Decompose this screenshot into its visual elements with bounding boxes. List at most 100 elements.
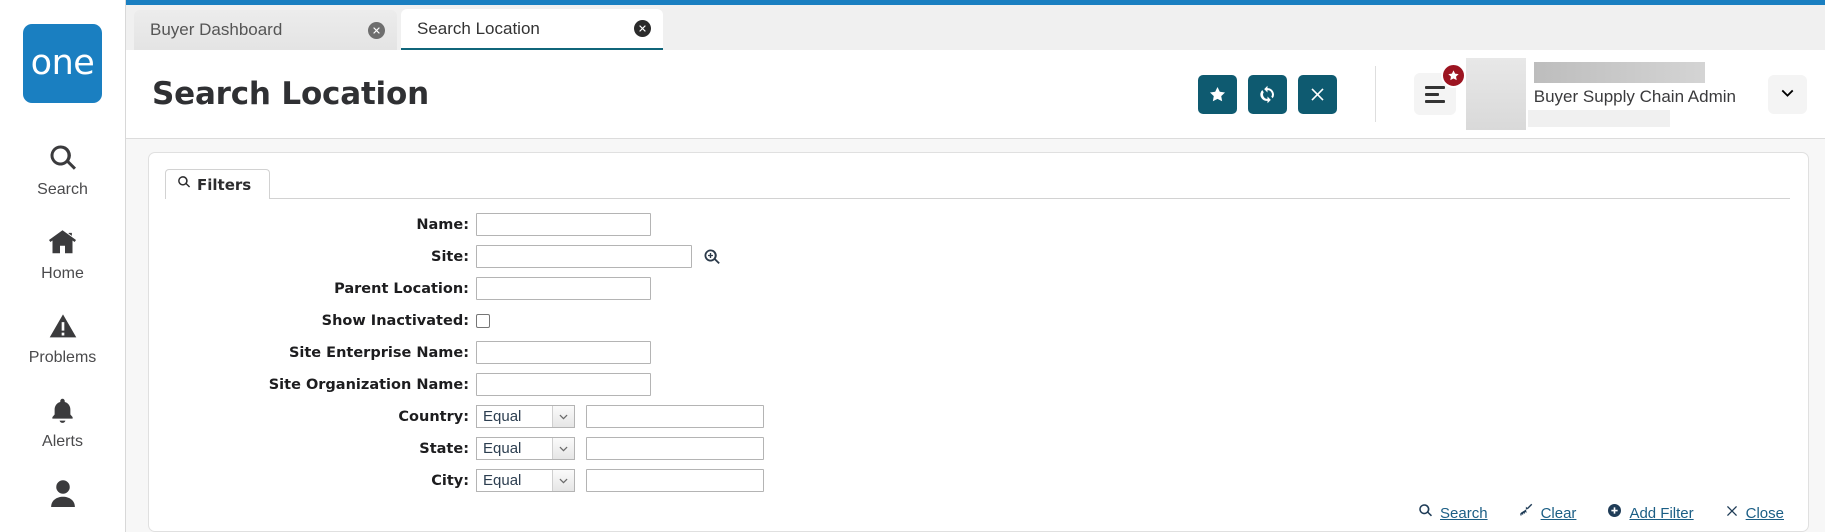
hamburger-line [1424,85,1445,89]
user-role-label: Buyer Supply Chain Admin [1533,86,1736,106]
sidebar-item-problems[interactable]: Problems [0,307,126,367]
app-logo[interactable]: one [23,24,102,103]
search-action-label: Search [1440,504,1488,522]
form-row-city: City: Equal [149,469,1808,492]
tab-filters[interactable]: Filters [165,169,270,199]
field-label: Parent Location: [334,280,469,297]
tab-label: Buyer Dashboard [150,20,283,39]
tab-buyer-dashboard[interactable]: Buyer Dashboard [134,10,397,50]
star-badge-icon [1440,63,1466,88]
city-operator-value: Equal [483,472,522,489]
search-icon [177,175,191,194]
zoom-in-icon[interactable] [703,248,721,266]
chevron-down-icon [552,406,574,427]
application-window: one Search Home Problems Alerts Buyer Da… [0,0,1825,532]
warning-triangle-icon [48,307,78,345]
redacted-user-detail [1527,109,1670,127]
hamburger-line [1424,92,1439,96]
main-region: Buyer Dashboard Search Location Search L… [126,0,1825,532]
search-action[interactable]: Search [1418,503,1488,523]
bell-icon [49,391,76,429]
chevron-down-icon [1778,83,1797,105]
state-value-field[interactable] [586,437,764,460]
left-navigation-sidebar: one Search Home Problems Alerts [0,0,126,532]
broom-icon [1519,503,1534,523]
form-row-show-inactivated: Show Inactivated: [149,309,1808,332]
field-label: City: [431,472,469,489]
plus-circle-icon [1607,503,1622,523]
city-operator-select[interactable]: Equal [476,469,575,492]
menu-button-wrapper [1413,63,1466,115]
filters-card: Filters Name: Site: Parent Location: Sho… [148,152,1809,532]
chevron-down-icon [552,470,574,491]
site-organization-name-field[interactable] [476,373,651,396]
user-menu-toggle[interactable] [1768,74,1807,114]
search-icon [48,139,78,177]
state-operator-select[interactable]: Equal [476,437,575,460]
form-row-parent-location: Parent Location: [149,277,1808,300]
form-row-site-enterprise-name: Site Enterprise Name: [149,341,1808,364]
sidebar-item-label: Alerts [42,433,83,450]
filters-form: Name: Site: Parent Location: Show Inacti… [149,199,1808,492]
site-enterprise-name-field[interactable] [476,341,651,364]
close-icon[interactable] [368,21,385,39]
tab-label: Search Location [417,18,540,38]
header-divider [1374,66,1376,122]
user-info: Buyer Supply Chain Admin [1526,58,1736,130]
sidebar-item-label: Problems [28,349,97,366]
parent-location-field[interactable] [476,277,651,300]
page-body: Filters Name: Site: Parent Location: Sho… [126,140,1825,532]
country-operator-select[interactable]: Equal [476,405,575,428]
filter-actions: Search Clear Add Filter Close [1418,503,1784,523]
site-field[interactable] [476,245,692,268]
close-icon[interactable] [634,20,651,37]
sidebar-item-search[interactable]: Search [0,139,126,199]
sidebar-item-label: Search [37,181,88,198]
header-action-buttons [1197,74,1337,114]
user-profile-block[interactable]: Buyer Supply Chain Admin [1465,55,1736,133]
form-row-site: Site: [149,245,1808,268]
search-icon [1418,503,1433,523]
form-row-site-organization-name: Site Organization Name: [149,373,1808,396]
form-row-country: Country: Equal [149,405,1808,428]
form-row-state: State: Equal [149,437,1808,460]
field-label: State: [419,440,469,457]
field-label: Show Inactivated: [321,312,469,329]
add-filter-action-label: Add Filter [1629,504,1694,522]
clear-action-label: Clear [1540,504,1577,522]
form-row-name: Name: [149,213,1808,236]
tab-filters-label: Filters [197,175,252,194]
city-value-field[interactable] [586,469,764,492]
hamburger-line [1424,99,1445,103]
show-inactivated-checkbox[interactable] [476,313,490,328]
add-filter-action[interactable]: Add Filter [1607,503,1694,523]
x-icon [1725,504,1739,523]
refresh-button[interactable] [1247,74,1287,114]
field-label: Name: [416,216,469,233]
field-label: Country: [398,408,469,425]
field-label: Site: [431,248,469,265]
avatar [1465,58,1526,130]
redacted-company-name [1533,61,1705,83]
app-logo-text: one [30,43,95,83]
name-field[interactable] [476,213,651,236]
filters-tab-header: Filters [165,169,1808,199]
field-label: Site Enterprise Name: [288,344,469,361]
page-header: Search Location Buyer Supply Chain Admin [126,50,1825,139]
home-icon [47,223,78,261]
close-action-label: Close [1745,504,1784,522]
tab-search-location[interactable]: Search Location [401,9,663,51]
sidebar-item-home[interactable]: Home [0,223,126,283]
sidebar-item-profile[interactable] [0,475,126,509]
close-action[interactable]: Close [1725,504,1784,523]
clear-action[interactable]: Clear [1519,503,1577,523]
sidebar-item-alerts[interactable]: Alerts [0,391,126,451]
country-value-field[interactable] [586,405,764,428]
tab-header-rule [270,198,1790,199]
user-avatar-icon [48,475,78,509]
chevron-down-icon [552,438,574,459]
country-operator-value: Equal [483,408,522,425]
state-operator-value: Equal [483,440,522,457]
close-page-button[interactable] [1297,74,1337,114]
favorite-button[interactable] [1197,74,1237,114]
